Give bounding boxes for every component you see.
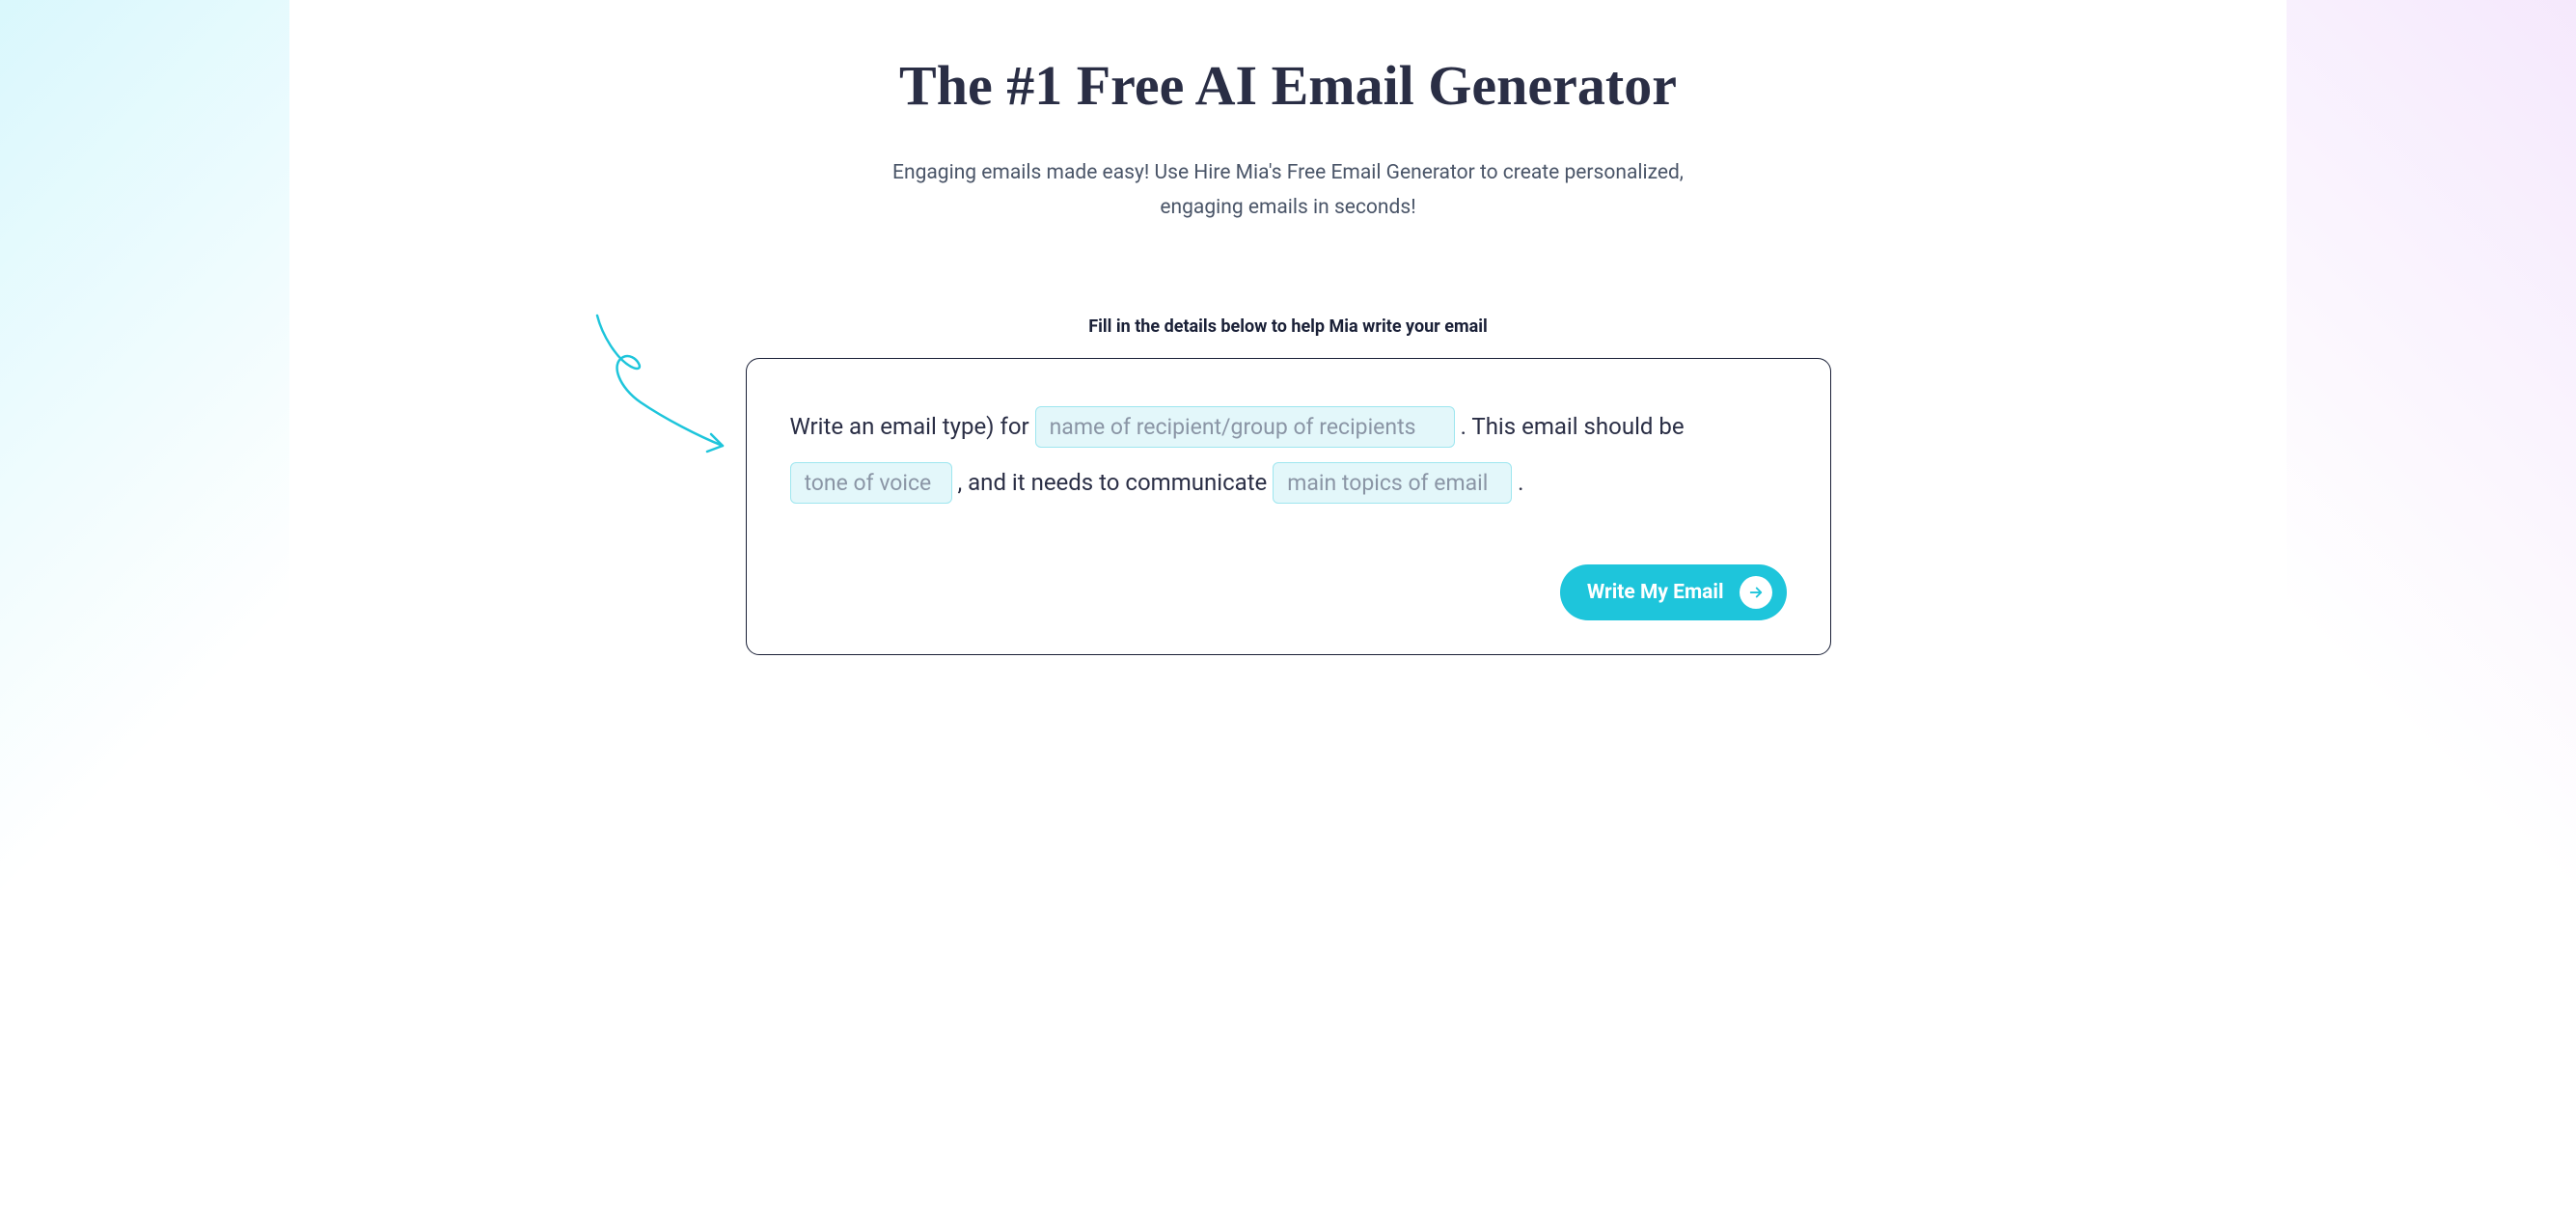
form-text-part-2: . This email should be xyxy=(1455,413,1685,440)
background-gradient-left xyxy=(0,0,289,1208)
main-container: The #1 Free AI Email Generator Engaging … xyxy=(709,0,1867,655)
form-instructions: Fill in the details below to help Mia wr… xyxy=(709,316,1867,337)
topics-input[interactable] xyxy=(1273,462,1512,504)
email-form-card: Write an email type) for . This email sh… xyxy=(746,358,1831,654)
page-title: The #1 Free AI Email Generator xyxy=(709,53,1867,118)
background-gradient-right xyxy=(2287,0,2576,1208)
arrow-right-icon xyxy=(1740,576,1772,609)
swirl-arrow-icon xyxy=(583,311,732,475)
button-row: Write My Email xyxy=(790,564,1787,620)
tone-input[interactable] xyxy=(790,462,952,504)
form-text-part-3: , and it needs to communicate xyxy=(952,469,1274,496)
write-button-label: Write My Email xyxy=(1587,581,1724,604)
form-text-part-4: . xyxy=(1512,469,1523,496)
page-subheading: Engaging emails made easy! Use Hire Mia'… xyxy=(878,156,1698,225)
recipient-input[interactable] xyxy=(1035,406,1455,448)
write-my-email-button[interactable]: Write My Email xyxy=(1560,564,1787,620)
form-sentence: Write an email type) for . This email sh… xyxy=(790,399,1787,510)
form-text-part-1: Write an email type) for xyxy=(790,413,1035,440)
